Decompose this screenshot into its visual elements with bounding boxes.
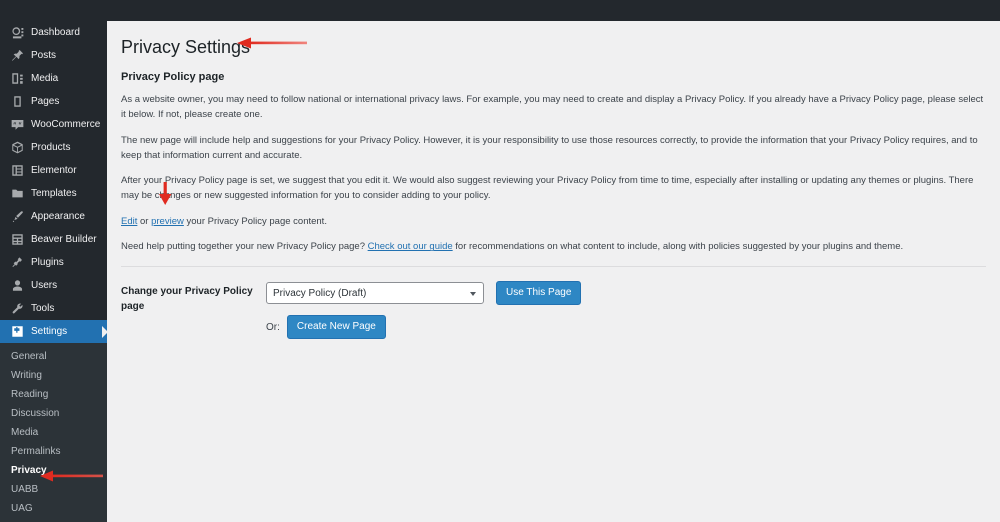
- sidebar-item-plugins[interactable]: Plugins: [0, 251, 107, 274]
- woocommerce-icon: [9, 117, 25, 133]
- sidebar-subitem-discussion[interactable]: Discussion: [0, 404, 107, 423]
- dashboard-icon: [9, 25, 25, 41]
- sidebar-item-elementor[interactable]: Elementor: [0, 159, 107, 182]
- sidebar-item-templates[interactable]: Templates: [0, 182, 107, 205]
- preview-link[interactable]: preview: [151, 216, 184, 227]
- privacy-policy-page-form: Change your Privacy Policy page Privacy …: [121, 281, 986, 340]
- sidebar-item-dashboard[interactable]: Dashboard: [0, 21, 107, 44]
- privacy-policy-select-wrapper: Privacy Policy (Draft): [266, 282, 484, 305]
- edit-preview-line: Edit or preview your Privacy Policy page…: [121, 215, 986, 230]
- sidebar-item-pages[interactable]: Pages: [0, 90, 107, 113]
- sidebar-item-woocommerce[interactable]: WooCommerce: [0, 113, 107, 136]
- sidebar-item-label: Beaver Builder: [31, 234, 97, 245]
- sidebar-subitem-media[interactable]: Media: [0, 423, 107, 442]
- page-title: Privacy Settings: [121, 37, 251, 57]
- main-content: Privacy Settings Privacy Policy page As …: [107, 21, 1000, 518]
- sidebar-item-label: Settings: [31, 326, 68, 337]
- edit-link[interactable]: Edit: [121, 216, 137, 227]
- sidebar-item-label: Users: [31, 280, 58, 291]
- privacy-policy-field-group: Privacy Policy (Draft) Use This Page Or:…: [266, 281, 986, 340]
- edit-or-text: or: [137, 215, 152, 227]
- user-icon: [9, 278, 25, 294]
- admin-sidebar: Dashboard Posts Media Pages WooCommerce …: [0, 0, 108, 522]
- settings-submenu: General Writing Reading Discussion Media…: [0, 343, 107, 522]
- pin-icon: [9, 48, 25, 64]
- content-divider: [121, 266, 986, 268]
- sidebar-item-settings[interactable]: Settings: [0, 320, 108, 343]
- sidebar-item-label: Dashboard: [31, 27, 80, 38]
- help-guide-line: Need help putting together your new Priv…: [121, 240, 986, 255]
- create-new-page-row: Or: Create New Page: [266, 315, 986, 340]
- sidebar-item-label: WooCommerce: [31, 119, 101, 130]
- select-and-use-row: Privacy Policy (Draft) Use This Page: [266, 281, 986, 306]
- sidebar-item-label: Products: [31, 142, 71, 153]
- sidebar-item-media[interactable]: Media: [0, 67, 107, 90]
- create-new-page-button[interactable]: Create New Page: [286, 315, 386, 340]
- sidebar-subitem-reading[interactable]: Reading: [0, 385, 107, 404]
- edit-suffix-text: your Privacy Policy page content.: [183, 215, 327, 227]
- paintbrush-icon: [9, 209, 25, 225]
- or-label: Or:: [266, 321, 280, 333]
- intro-paragraph-2: The new page will include help and sugge…: [121, 134, 978, 161]
- sidebar-item-label: Appearance: [31, 211, 85, 222]
- wrench-icon: [9, 301, 25, 317]
- sidebar-item-label: Plugins: [31, 257, 64, 268]
- sidebar-item-label: Templates: [31, 188, 77, 199]
- use-this-page-button[interactable]: Use This Page: [496, 281, 582, 306]
- sidebar-item-label: Elementor: [31, 165, 77, 176]
- sidebar-item-label: Pages: [31, 96, 60, 107]
- folder-icon: [9, 186, 25, 202]
- sidebar-item-appearance[interactable]: Appearance: [0, 205, 107, 228]
- sidebar-item-label: Posts: [31, 50, 57, 61]
- help-suffix-text: for recommendations on what content to i…: [452, 241, 904, 253]
- sidebar-subitem-general[interactable]: General: [0, 347, 107, 366]
- sidebar-item-products[interactable]: Products: [0, 136, 107, 159]
- products-box-icon: [9, 140, 25, 156]
- sidebar-item-label: Tools: [31, 303, 55, 314]
- intro-paragraph-3: After your Privacy Policy page is set, w…: [121, 175, 974, 201]
- check-out-our-guide-link[interactable]: Check out our guide: [368, 241, 453, 252]
- admin-bar: [0, 0, 1000, 21]
- help-prefix-text: Need help putting together your new Priv…: [121, 241, 368, 253]
- media-icon: [9, 71, 25, 87]
- sidebar-subitem-privacy[interactable]: Privacy: [0, 461, 107, 480]
- change-privacy-policy-label: Change your Privacy Policy page: [121, 286, 253, 312]
- privacy-policy-page-select[interactable]: Privacy Policy (Draft): [266, 282, 484, 305]
- sidebar-subitem-permalinks[interactable]: Permalinks: [0, 442, 107, 461]
- sidebar-subitem-writing[interactable]: Writing: [0, 366, 107, 385]
- section-title: Privacy Policy page: [121, 71, 225, 84]
- grid-icon: [9, 232, 25, 248]
- sidebar-item-beaver-builder[interactable]: Beaver Builder: [0, 228, 107, 251]
- plug-icon: [9, 255, 25, 271]
- settings-gear-icon: [9, 324, 25, 340]
- page-icon: [9, 94, 25, 110]
- sidebar-item-users[interactable]: Users: [0, 274, 107, 297]
- intro-paragraph-1: As a website owner, you may need to foll…: [121, 94, 984, 121]
- sidebar-item-posts[interactable]: Posts: [0, 44, 107, 67]
- sidebar-item-label: Media: [31, 73, 59, 84]
- elementor-icon: [9, 163, 25, 179]
- sidebar-subitem-uabb[interactable]: UABB: [0, 480, 107, 499]
- sidebar-item-tools[interactable]: Tools: [0, 297, 107, 320]
- sidebar-subitem-uag[interactable]: UAG: [0, 499, 107, 518]
